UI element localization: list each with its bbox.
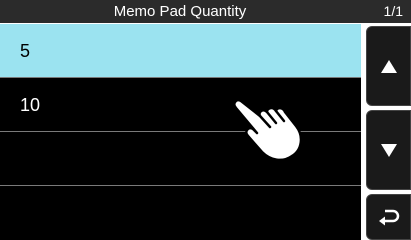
- title-bar: Memo Pad Quantity 1/1: [0, 0, 411, 23]
- triangle-up-icon: [380, 59, 397, 73]
- pointing-hand-icon: [233, 99, 303, 162]
- return-arrow-icon: [378, 209, 399, 226]
- screen-title: Memo Pad Quantity: [113, 3, 247, 20]
- memo-pad-quantity-screen: Memo Pad Quantity 1/1 5 10: [0, 0, 411, 240]
- triangle-down-icon: [380, 143, 397, 157]
- list-item-label: 10: [20, 95, 41, 115]
- list-item-label: 5: [20, 41, 31, 61]
- page-indicator: 1/1: [383, 3, 403, 19]
- list-item-5[interactable]: 5: [0, 24, 361, 78]
- side-button-panel: [366, 24, 411, 240]
- scroll-up-button[interactable]: [366, 26, 411, 106]
- scroll-down-button[interactable]: [366, 110, 411, 190]
- back-button[interactable]: [366, 194, 411, 240]
- list-item-empty-2: [0, 186, 361, 240]
